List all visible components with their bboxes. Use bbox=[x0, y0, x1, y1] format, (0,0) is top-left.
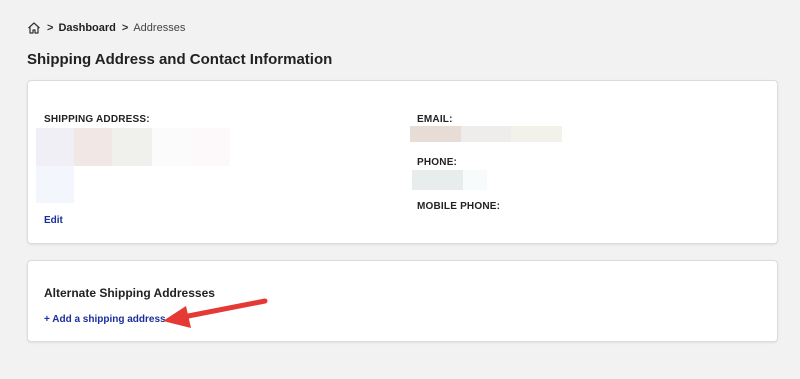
alternate-addresses-title: Alternate Shipping Addresses bbox=[44, 286, 215, 300]
add-shipping-address-link[interactable]: + Add a shipping address bbox=[44, 314, 166, 325]
home-icon[interactable] bbox=[27, 21, 41, 35]
breadcrumb: > Dashboard > Addresses bbox=[27, 19, 185, 37]
contact-info-card: SHIPPING ADDRESS: Edit EMAIL: PHONE: MOB… bbox=[27, 80, 778, 244]
alternate-addresses-card: Alternate Shipping Addresses + Add a shi… bbox=[27, 260, 778, 342]
shipping-address-label: SHIPPING ADDRESS: bbox=[44, 114, 150, 125]
breadcrumb-separator: > bbox=[47, 22, 54, 34]
mobile-phone-label: MOBILE PHONE: bbox=[417, 201, 501, 212]
phone-label: PHONE: bbox=[417, 157, 458, 168]
breadcrumb-current: Addresses bbox=[133, 22, 186, 34]
breadcrumb-separator: > bbox=[121, 22, 129, 34]
email-label: EMAIL: bbox=[417, 114, 453, 125]
breadcrumb-dashboard-link[interactable]: Dashboard bbox=[58, 22, 115, 34]
page-title: Shipping Address and Contact Information bbox=[27, 51, 333, 68]
edit-shipping-address-link[interactable]: Edit bbox=[44, 215, 63, 226]
